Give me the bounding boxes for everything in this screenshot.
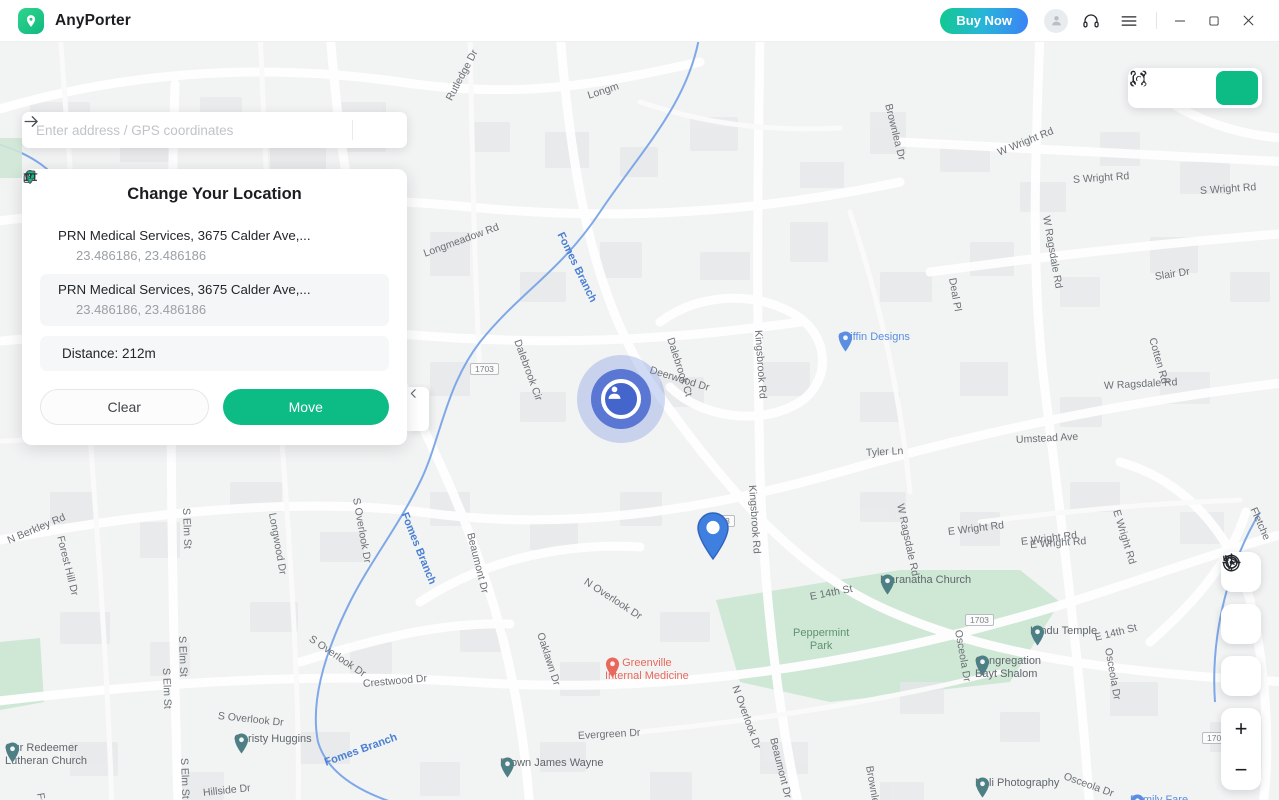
map-poi[interactable]: Griffin Designs <box>838 331 910 352</box>
map-poi[interactable]: Christy Huggins <box>234 733 315 754</box>
headset-icon[interactable] <box>1076 6 1106 36</box>
list-item[interactable]: PRN Medical Services, 3675 Calder Ave,..… <box>23 170 389 326</box>
map-poi[interactable]: Maranatha Church <box>880 574 974 595</box>
map-poi[interactable]: Greenville Internal Medicine <box>605 657 689 686</box>
title-bar: AnyPorter Buy Now <box>0 0 1279 42</box>
teleport-target-icon[interactable] <box>1130 70 1258 105</box>
page-title: Change Your Location <box>127 185 302 203</box>
zoom-controls: + − <box>1221 708 1261 790</box>
map-mode-switcher <box>1128 68 1262 108</box>
list-item-label: PRN Medical Services, 3675 Calder Ave,..… <box>58 228 311 243</box>
change-location-panel: Change Your Location PRN Medical Service… <box>22 169 407 445</box>
coordinates-value: 23.486186, 23.486186 <box>76 302 207 317</box>
app-name: AnyPorter <box>55 11 131 29</box>
route-shield: 1703 <box>965 614 994 626</box>
map-poi[interactable]: Family Fare <box>1130 794 1188 800</box>
coordinates-value: 23.486186, 23.486186 <box>76 248 207 263</box>
panel-actions: Clear Move <box>40 389 389 425</box>
route-shield: 1703 <box>470 363 499 375</box>
location-name-row: PRN Medical Services, 3675 Calder Ave,..… <box>25 170 379 243</box>
map-side-controls: + − <box>1221 552 1261 790</box>
list-item[interactable]: PRN Medical Services, 3675 Calder Ave,..… <box>23 170 389 272</box>
app-logo: AnyPorter <box>18 7 131 34</box>
location-coords-row: 23.486186, 23.486186 <box>23 170 379 317</box>
distance-label: Distance: 212m <box>62 346 156 361</box>
location-pin-icon <box>18 7 44 34</box>
map-poi[interactable]: Congregation Bayt Shalom <box>975 655 1044 681</box>
location-coords-row: 23.486186, 23.486186 <box>23 170 379 263</box>
minimize-icon[interactable] <box>1163 6 1197 36</box>
arrow-right-icon[interactable] <box>24 112 407 148</box>
buy-now-button[interactable]: Buy Now <box>940 7 1028 34</box>
user-avatar-icon[interactable] <box>1044 8 1068 33</box>
map-poi[interactable]: Peppermint Park <box>793 627 849 653</box>
distance-row: Distance: 212m <box>23 173 389 371</box>
map-poi[interactable]: Noli Photography <box>975 777 1062 798</box>
map-poi[interactable]: Hindu Temple <box>1030 625 1100 646</box>
location-name-row: PRN Medical Services, 3675 Calder Ave,..… <box>25 170 379 297</box>
chevron-left-icon[interactable] <box>407 387 429 431</box>
poi-label: Brown James Wayne <box>500 757 604 769</box>
user-location-puck-icon[interactable] <box>577 355 665 443</box>
map-canvas[interactable]: .blk { fill:#ededee; stroke:#e6e7e8; str… <box>0 42 1279 800</box>
titlebar-actions: Buy Now <box>940 6 1279 36</box>
search-input[interactable] <box>22 122 352 138</box>
puck-core <box>601 379 641 419</box>
clear-button[interactable]: Clear <box>40 389 209 425</box>
map-poi[interactable]: Our Redeemer Lutheran Church <box>5 742 90 768</box>
move-button[interactable]: Move <box>222 389 389 425</box>
map-poi[interactable]: Brown James Wayne <box>500 757 607 778</box>
address-search-bar[interactable] <box>22 112 407 148</box>
hamburger-menu-icon[interactable] <box>1114 6 1144 36</box>
zoom-out-button[interactable]: − <box>1221 749 1261 790</box>
cursor-pointer-icon[interactable] <box>1221 555 1261 644</box>
zoom-in-button[interactable]: + <box>1221 708 1261 749</box>
route-shield: 1703 <box>706 515 735 527</box>
close-icon[interactable] <box>1231 6 1265 36</box>
two-point-route-icon[interactable] <box>1130 71 1216 105</box>
titlebar-divider <box>1156 12 1157 29</box>
crosshair-locate-icon[interactable] <box>1221 553 1261 696</box>
maximize-icon[interactable] <box>1197 6 1231 36</box>
poi-label: Peppermint Park <box>793 627 850 652</box>
list-item-label: PRN Medical Services, 3675 Calder Ave,..… <box>58 282 311 297</box>
